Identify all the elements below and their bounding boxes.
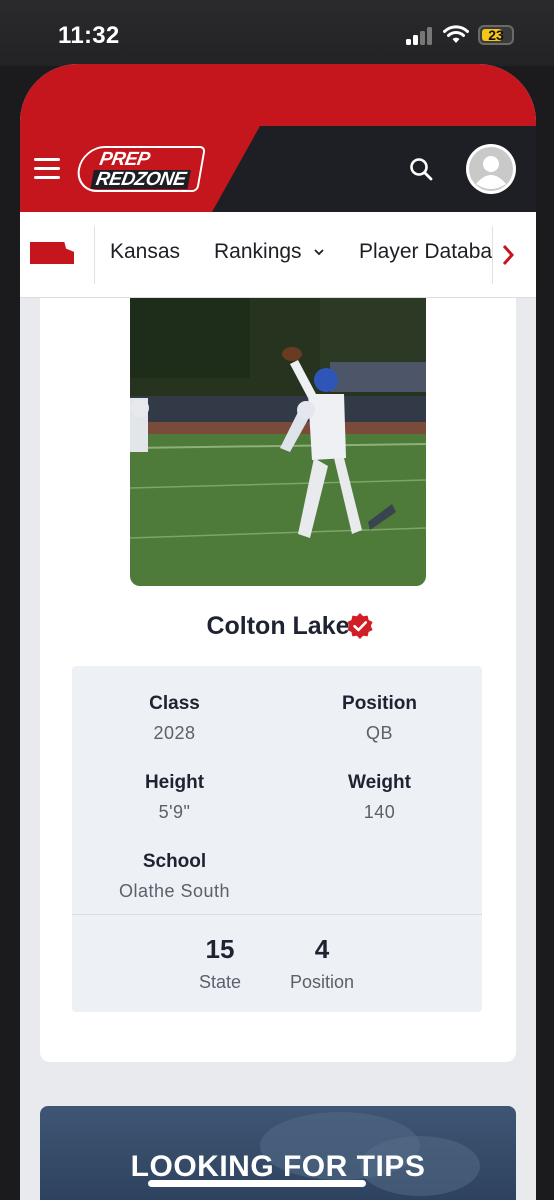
nav-item-rankings[interactable]: Rankings bbox=[214, 240, 325, 264]
school-value: Olathe South bbox=[118, 881, 231, 901]
nav-divider bbox=[94, 226, 95, 284]
battery-level: 23 bbox=[488, 27, 504, 43]
section-nav: Kansas Rankings Player Databa bbox=[20, 212, 536, 298]
player-photo bbox=[130, 298, 426, 586]
height-value: 5'9" bbox=[158, 802, 191, 822]
menu-icon[interactable] bbox=[34, 158, 60, 180]
cellular-signal-icon bbox=[406, 27, 434, 45]
player-card: Colton Lake Class 2028 Position QB Heigh… bbox=[40, 298, 516, 1062]
verified-badge-icon bbox=[347, 613, 373, 639]
school-label: School bbox=[142, 851, 207, 872]
position-rank-label: Position bbox=[289, 972, 355, 992]
nav-divider bbox=[492, 226, 493, 284]
status-bar: 11:32 23 bbox=[0, 0, 554, 66]
search-icon[interactable] bbox=[408, 156, 434, 182]
logo-line-2: REDZONE bbox=[90, 169, 192, 190]
wifi-icon bbox=[443, 25, 469, 43]
site-logo[interactable]: PREP REDZONE bbox=[73, 146, 207, 192]
chevron-down-icon bbox=[314, 249, 325, 256]
nav-item-kansas[interactable]: Kansas bbox=[110, 240, 180, 264]
site-header: PREP REDZONE bbox=[20, 126, 536, 212]
player-stats-panel: Class 2028 Position QB Height 5'9" Weigh… bbox=[72, 666, 482, 1012]
top-accent-bar bbox=[20, 64, 536, 128]
nav-scroll-area: Player Databa bbox=[356, 212, 492, 298]
status-time: 11:32 bbox=[58, 22, 120, 49]
user-avatar[interactable] bbox=[466, 144, 516, 194]
position-value: QB bbox=[365, 723, 393, 743]
weight-value: 140 bbox=[363, 802, 396, 822]
home-indicator bbox=[148, 1180, 366, 1187]
weight-label: Weight bbox=[348, 772, 411, 793]
stats-divider bbox=[72, 914, 482, 915]
nav-item-player-database[interactable]: Player Databa bbox=[359, 240, 492, 264]
promo-title: LOOKING FOR TIPS bbox=[130, 1150, 426, 1183]
chevron-right-icon[interactable] bbox=[498, 242, 518, 268]
position-label: Position bbox=[342, 693, 417, 714]
position-rank-value: 4 bbox=[314, 934, 330, 964]
user-icon bbox=[469, 147, 513, 191]
browser-viewport: PREP REDZONE Kansas Rankings Player Data bbox=[20, 64, 536, 1200]
kansas-state-icon[interactable] bbox=[30, 242, 74, 264]
player-name: Colton Lake bbox=[206, 612, 350, 640]
class-label: Class bbox=[149, 693, 200, 714]
battery-icon: 23 bbox=[478, 25, 514, 45]
class-value: 2028 bbox=[153, 723, 196, 743]
height-label: Height bbox=[144, 772, 205, 793]
logo-line-1: PREP bbox=[97, 149, 152, 170]
nav-item-rankings-label: Rankings bbox=[214, 240, 302, 263]
